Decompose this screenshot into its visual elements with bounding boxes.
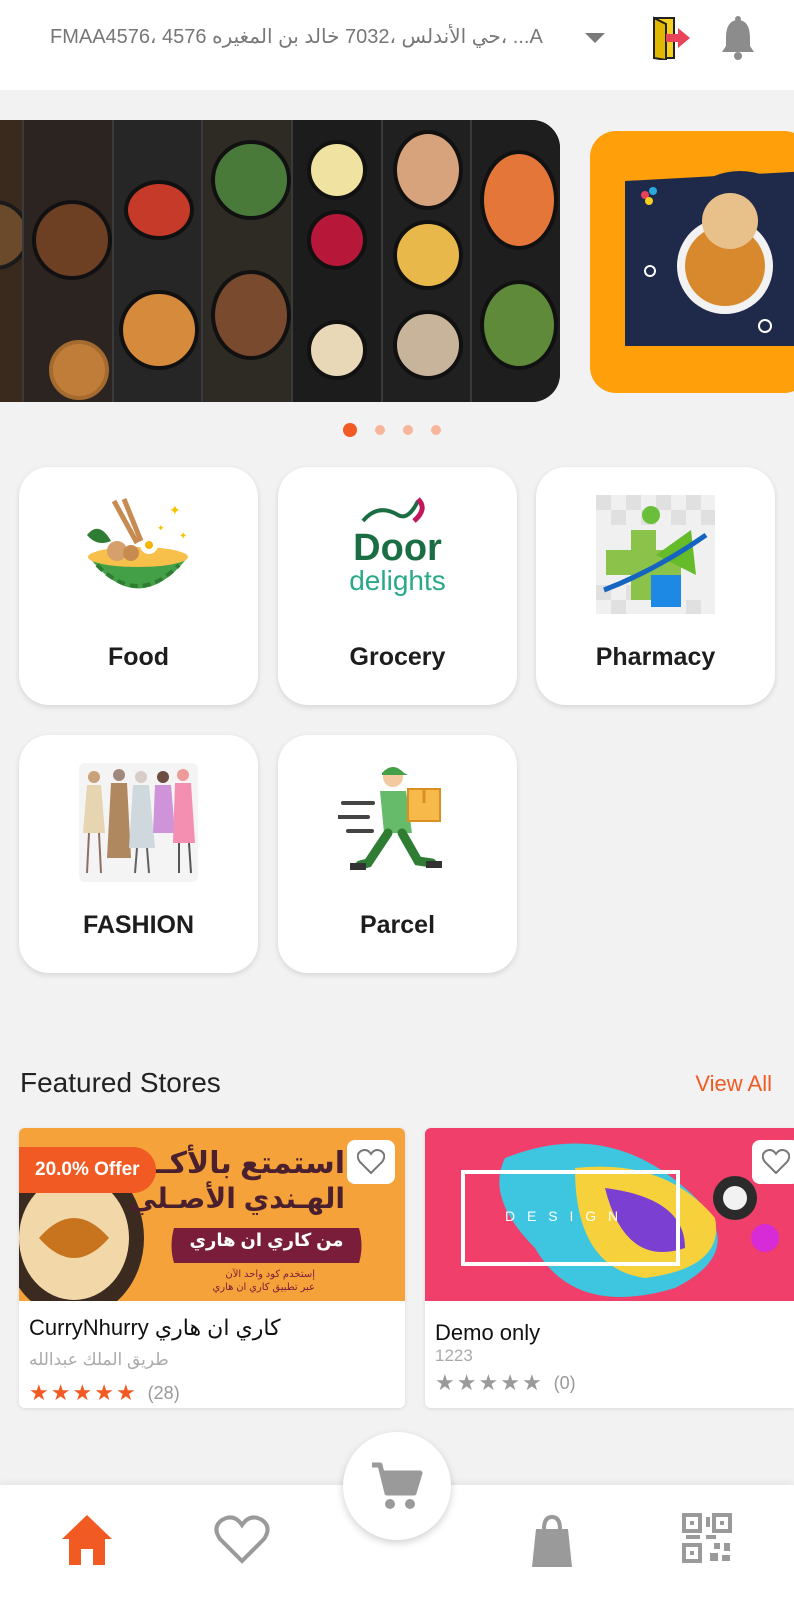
logo-text-delights: delights [349,565,446,596]
store-address: 1223 [435,1346,473,1365]
qr-code-icon[interactable] [682,1513,732,1563]
food-strip [292,120,383,402]
store-rating: ★ ★ ★ ★ ★ (28) [29,1380,180,1406]
promo-banner-art [625,171,794,346]
food-strip [23,120,114,402]
home-icon[interactable] [60,1513,114,1567]
fashion-sketch-icon [79,763,198,882]
promo-banner-food[interactable] [0,120,560,402]
store-banner-image: D E S I G N [425,1128,794,1301]
carousel-dot[interactable] [431,425,441,435]
star-icon: ★ [115,1380,136,1405]
category-label: Parcel [359,911,436,939]
food-strip [382,120,473,402]
promo-banner-graphics[interactable] [590,131,794,393]
svg-text:✦: ✦ [179,531,187,542]
door-delights-logo: Door delights [338,495,457,614]
store-name: Demo only [435,1320,541,1345]
chevron-down-icon[interactable] [585,31,605,45]
star-icon: ★ [478,1370,499,1395]
banner-headline-2: الهـندي الأصـلي [128,1183,345,1214]
star-icon: ★ [435,1370,455,1395]
banner-small-2: عبر تطبيق كاري ان هاري [212,1282,315,1293]
offer-badge: 20.0% Offer [19,1147,156,1193]
food-strip [472,120,560,402]
category-label: Grocery [349,643,446,671]
featured-stores-title: Featured Stores [20,1067,221,1098]
favorite-button[interactable] [347,1140,395,1184]
heart-icon [357,1149,385,1175]
cart-icon [372,1462,423,1509]
category-fashion[interactable]: FASHION [19,735,258,973]
food-strip [113,120,204,402]
svg-text:✦: ✦ [169,502,181,518]
carousel-dot[interactable] [375,425,385,435]
svg-text:✦: ✦ [157,523,165,533]
category-label: Pharmacy [595,643,716,671]
star-icon: ★ [50,1380,71,1405]
delivery-man-icon [338,767,442,870]
favorites-icon[interactable] [214,1515,270,1565]
carousel-dot[interactable] [403,425,413,435]
review-count: (28) [147,1382,180,1403]
logo-swoosh [361,497,425,523]
star-icon: ★ [29,1380,49,1405]
heart-icon [762,1149,790,1175]
top-header: FMAA4576، 4576 حي الأندلس ،7032 خالد بن … [0,0,794,90]
delivery-address[interactable]: FMAA4576، 4576 حي الأندلس ،7032 خالد بن … [50,24,580,50]
store-rating: ★ ★ ★ ★ ★ (0) [435,1370,576,1396]
category-grocery[interactable]: Door delights Grocery [278,467,517,705]
category-label: FASHION [82,911,195,939]
category-label: Food [107,643,170,671]
food-bowl-icon: ✦ ✦ ✦ [87,498,188,589]
cart-button[interactable] [343,1432,451,1540]
star-icon: ★ [500,1370,520,1395]
category-food[interactable]: ✦ ✦ ✦ Food [19,467,258,705]
store-address: طريق الملك عبدالله [29,1350,169,1369]
logo-text-door: Door [353,527,442,569]
food-strip [0,120,24,402]
banner-pill: من كاري ان هاري [189,1230,344,1250]
star-icon: ★ [94,1380,114,1405]
exit-door-icon[interactable] [650,16,692,60]
bell-icon[interactable] [720,16,756,60]
review-count: (0) [553,1372,576,1393]
food-strip [203,120,293,402]
store-card-demo[interactable]: D E S I G N Demo only 1223 ★ ★ ★ ★ ★ (0) [425,1128,794,1408]
star-icon: ★ [72,1380,93,1405]
pharmacy-icon [596,495,715,614]
banner-small-1: إستخدم كود واحد الآن [225,1269,315,1280]
store-card-currynhurry[interactable]: استمتع بالأكـــل الهـندي الأصـلي من كاري… [19,1128,405,1408]
star-icon: ★ [456,1370,477,1395]
carousel-dot[interactable] [343,423,357,437]
star-icon: ★ [521,1370,542,1395]
category-pharmacy[interactable]: Pharmacy [536,467,775,705]
view-all-link[interactable]: View All [695,1071,772,1097]
favorite-button[interactable] [752,1140,794,1184]
store-name: CurryNhurry كاري ان هاري [29,1315,281,1340]
carousel-dots[interactable] [343,423,441,437]
orders-bag-icon[interactable] [532,1515,572,1567]
banner-design-text: D E S I G N [505,1208,623,1224]
category-parcel[interactable]: Parcel [278,735,517,973]
